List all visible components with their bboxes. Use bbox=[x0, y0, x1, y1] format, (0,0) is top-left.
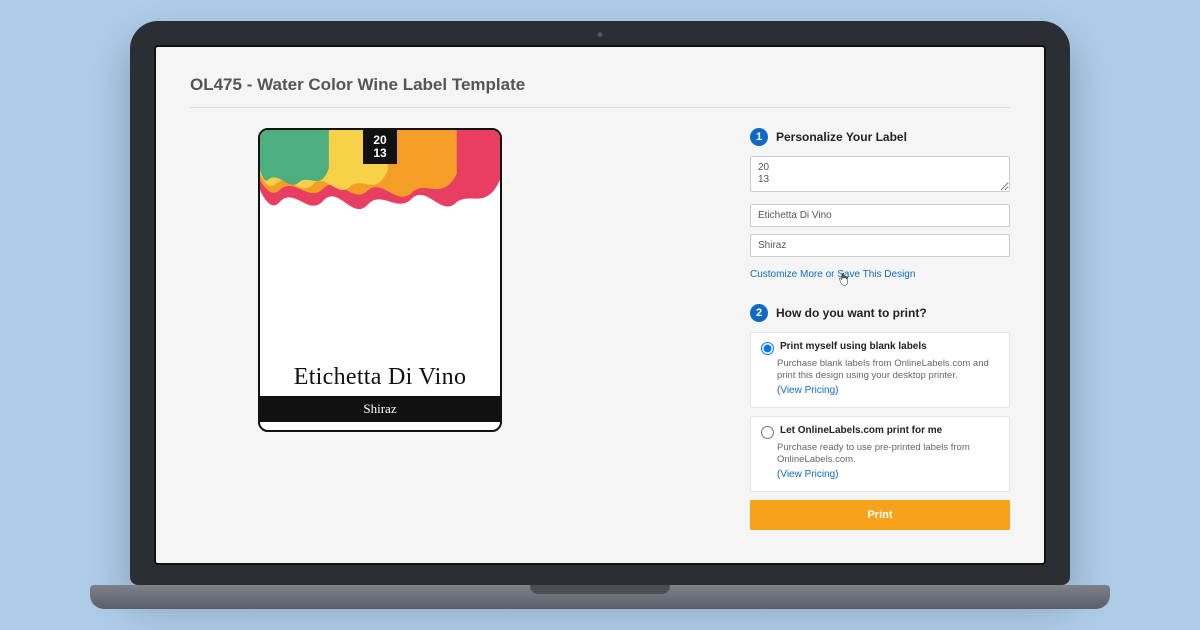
view-pricing-self-link[interactable]: (View Pricing) bbox=[777, 384, 839, 397]
year-tag: 20 13 bbox=[363, 130, 397, 164]
step1-title: Personalize Your Label bbox=[776, 130, 907, 144]
print-service-radio[interactable] bbox=[761, 426, 774, 439]
print-option-self[interactable]: Print myself using blank labels Purchase… bbox=[750, 332, 1010, 408]
print-option-service[interactable]: Let OnlineLabels.com print for me Purcha… bbox=[750, 416, 1010, 492]
year-line2: 13 bbox=[363, 147, 397, 160]
laptop-base bbox=[90, 585, 1110, 609]
page-title: OL475 - Water Color Wine Label Template bbox=[190, 75, 1010, 108]
print-self-desc: Purchase blank labels from OnlineLabels.… bbox=[777, 358, 999, 397]
step2-title: How do you want to print? bbox=[776, 306, 927, 320]
print-self-radio[interactable] bbox=[761, 342, 774, 355]
watercolor-band: 20 13 bbox=[260, 130, 500, 226]
step1-badge: 1 bbox=[750, 128, 768, 146]
subtitle-input[interactable] bbox=[750, 234, 1010, 257]
label-preview: 20 13 Etichetta Di Vino Shiraz bbox=[258, 128, 502, 432]
content-row: 20 13 Etichetta Di Vino Shiraz 1 Persona… bbox=[190, 128, 1010, 530]
step1-header: 1 Personalize Your Label bbox=[750, 128, 1010, 146]
print-button[interactable]: Print bbox=[750, 500, 1010, 530]
laptop-frame: OL475 - Water Color Wine Label Template bbox=[130, 21, 1070, 609]
label-subtitle: Shiraz bbox=[260, 396, 500, 422]
step2-badge: 2 bbox=[750, 304, 768, 322]
form-column: 1 Personalize Your Label Customize More … bbox=[750, 128, 1010, 530]
year-input[interactable] bbox=[750, 156, 1010, 192]
laptop-body: OL475 - Water Color Wine Label Template bbox=[130, 21, 1070, 585]
step2-header: 2 How do you want to print? bbox=[750, 304, 1010, 322]
laptop-notch bbox=[530, 585, 670, 594]
step2-section: 2 How do you want to print? Print myself… bbox=[750, 304, 1010, 530]
print-service-desc: Purchase ready to use pre-printed labels… bbox=[777, 442, 999, 481]
screen: OL475 - Water Color Wine Label Template bbox=[154, 45, 1046, 565]
label-title: Etichetta Di Vino bbox=[260, 364, 500, 391]
print-self-label: Print myself using blank labels bbox=[780, 341, 927, 352]
view-pricing-service-link[interactable]: (View Pricing) bbox=[777, 468, 839, 481]
print-service-label: Let OnlineLabels.com print for me bbox=[780, 425, 942, 436]
camera-dot bbox=[598, 32, 603, 37]
title-input[interactable] bbox=[750, 204, 1010, 227]
page: OL475 - Water Color Wine Label Template bbox=[156, 47, 1044, 558]
label-preview-column: 20 13 Etichetta Di Vino Shiraz bbox=[190, 128, 502, 530]
customize-more-link[interactable]: Customize More or Save This Design bbox=[750, 269, 915, 280]
